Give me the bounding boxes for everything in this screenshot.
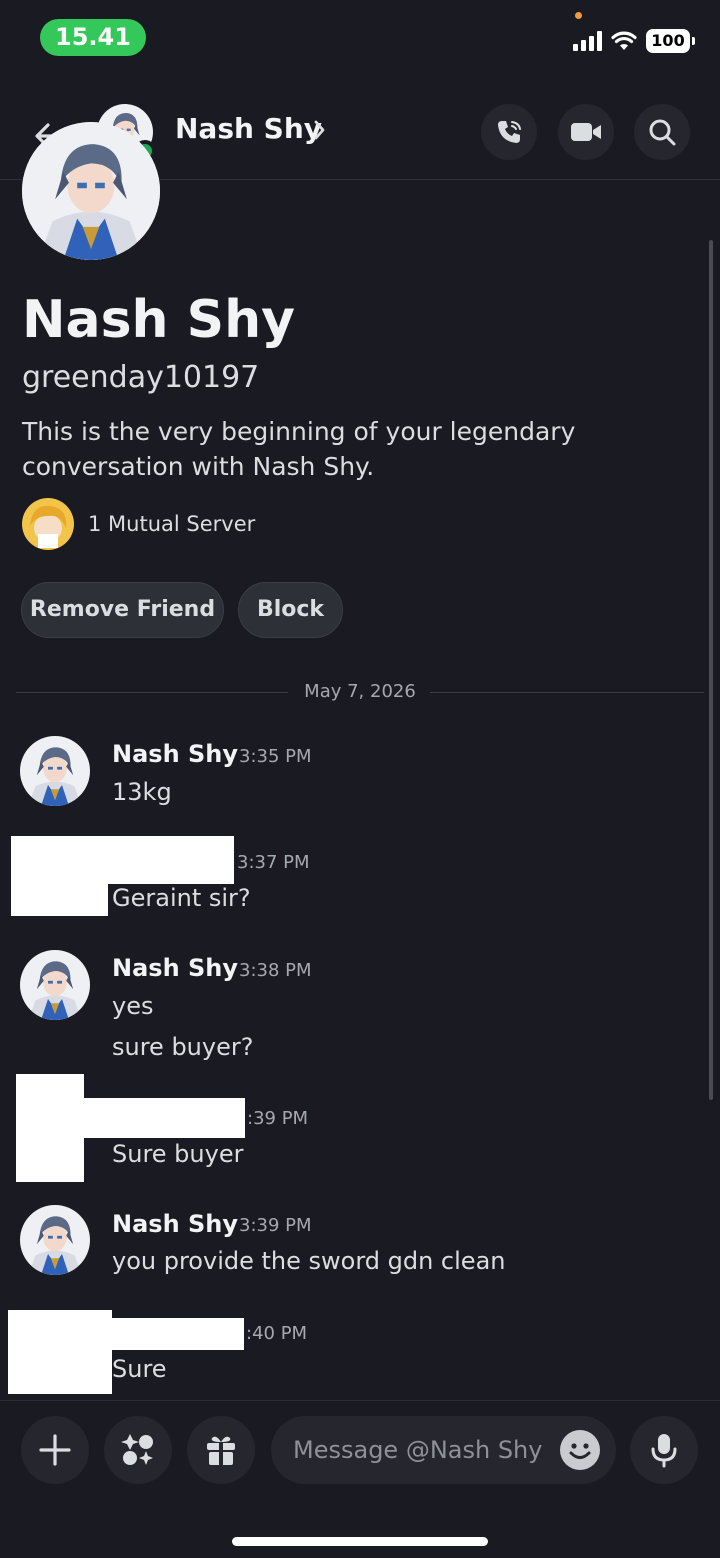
redacted-block [11, 836, 234, 884]
search-button[interactable] [634, 104, 690, 160]
emoji-icon [569, 1443, 591, 1459]
redacted-block [11, 880, 108, 916]
message-text: sure buyer? [112, 1033, 254, 1061]
video-call-button[interactable] [558, 104, 614, 160]
dm-screen: 15.41 100 12 Nash Shy [0, 0, 720, 1558]
message-text: yes [112, 992, 154, 1020]
chevron-right-icon[interactable] [312, 117, 328, 143]
apps-icon [121, 1434, 153, 1465]
search-icon [649, 119, 676, 146]
date-divider-label: May 7, 2026 [304, 681, 416, 702]
profile-avatar-large[interactable] [22, 122, 160, 260]
scrollbar[interactable] [709, 240, 713, 1100]
privacy-indicator-dot [575, 12, 582, 19]
redacted-block [112, 1318, 244, 1350]
profile-display-name: Nash Shy [22, 290, 296, 350]
cellular-signal-icon [573, 31, 602, 51]
conversation-start-text: This is the very beginning of your legen… [22, 417, 576, 481]
message-text: Sure [112, 1355, 167, 1383]
redacted-block [8, 1310, 112, 1394]
message-timestamp: 3:35 PM [239, 746, 312, 767]
mutual-servers-label: 1 Mutual Server [88, 512, 256, 536]
status-icons: 100 [573, 29, 695, 53]
microphone-icon [651, 1434, 677, 1468]
remove-friend-button[interactable]: Remove Friend [21, 582, 224, 638]
gift-icon [207, 1436, 235, 1465]
emoji-button[interactable] [560, 1430, 600, 1470]
wifi-icon [611, 31, 637, 50]
voice-message-button[interactable] [630, 1416, 698, 1484]
message-avatar[interactable] [20, 736, 90, 806]
home-indicator [232, 1537, 488, 1546]
message-author[interactable]: Nash Shy [112, 954, 238, 982]
message-text: 13kg [112, 778, 172, 806]
date-divider: May 7, 2026 [16, 681, 704, 705]
battery-indicator: 100 [646, 29, 695, 53]
mutual-servers[interactable]: 1 Mutual Server [22, 498, 255, 550]
redacted-block [84, 1098, 245, 1138]
message-timestamp: :40 PM [246, 1323, 308, 1344]
message-composer [0, 1400, 720, 1558]
attach-button[interactable] [21, 1416, 89, 1484]
message-timestamp: :39 PM [247, 1108, 309, 1129]
message-text: Sure buyer [112, 1140, 244, 1168]
message-timestamp: 3:39 PM [239, 1215, 312, 1236]
message-timestamp: 3:37 PM [237, 852, 310, 873]
server-icon [22, 498, 74, 550]
voice-call-button[interactable] [481, 104, 537, 160]
apps-button[interactable] [104, 1416, 172, 1484]
plus-icon [39, 1434, 71, 1466]
redacted-block [16, 1074, 84, 1182]
status-time: 15.41 [40, 19, 146, 56]
block-button[interactable]: Block [238, 582, 343, 638]
message-text: Geraint sir? [112, 884, 251, 912]
message-author[interactable]: Nash Shy [112, 740, 238, 768]
message-timestamp: 3:38 PM [239, 960, 312, 981]
header-user-name[interactable]: Nash Shy [175, 112, 322, 145]
profile-username: greenday10197 [22, 360, 260, 395]
gift-button[interactable] [187, 1416, 255, 1484]
phone-icon [498, 121, 521, 143]
message-avatar[interactable] [20, 1205, 90, 1275]
video-camera-icon [571, 123, 601, 141]
message-author[interactable]: Nash Shy [112, 1210, 238, 1238]
message-text: you provide the sword gdn clean [112, 1247, 506, 1275]
message-avatar[interactable] [20, 950, 90, 1020]
